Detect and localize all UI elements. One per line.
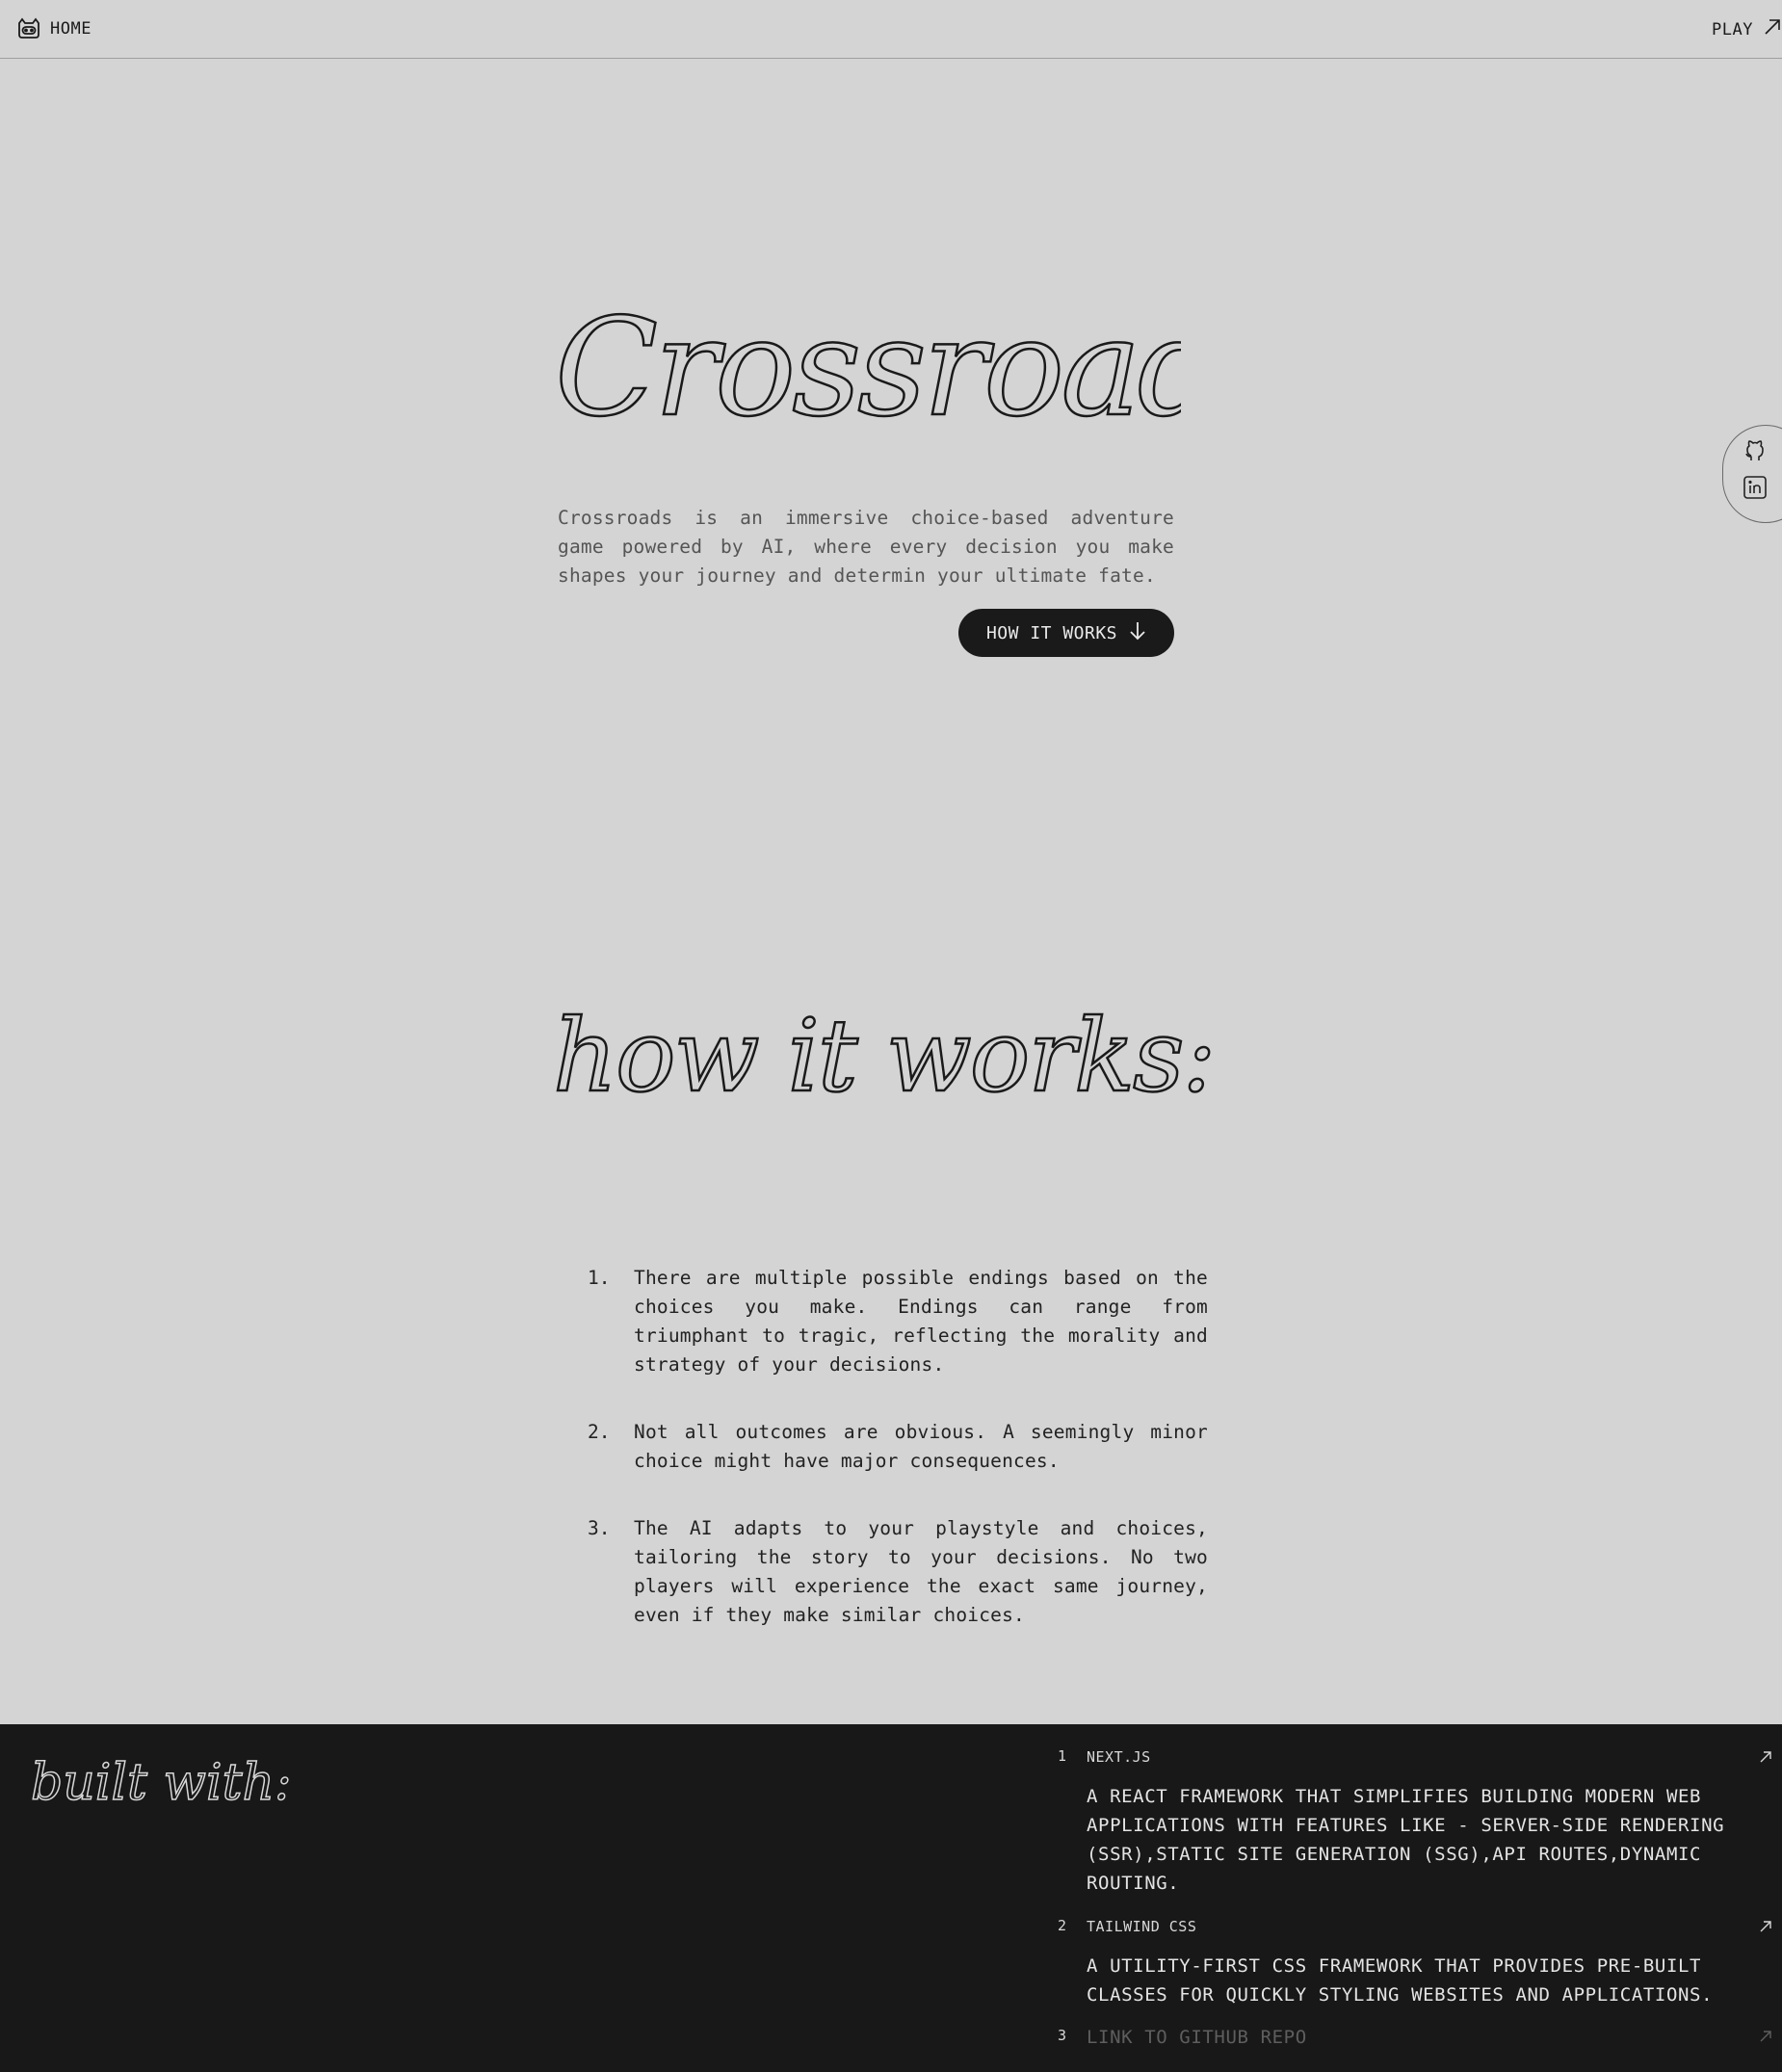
github-repo-link[interactable]: LINK TO GITHUB REPO (1087, 2027, 1307, 2048)
arrow-down-icon (1129, 620, 1146, 646)
game-controller-icon (15, 17, 42, 40)
tech-item-tailwind: 2 TAILWIND CSS A UTILITY-FIRST CSS FRAME… (1058, 1917, 1782, 2006)
tech-name[interactable]: TAILWIND CSS (1087, 1918, 1196, 1935)
linkedin-icon[interactable] (1742, 474, 1769, 501)
step-item: 1. There are multiple possible endings b… (588, 1264, 1208, 1379)
tech-number: 3 (1058, 2027, 1067, 2044)
play-link[interactable]: PLAY (1712, 17, 1782, 41)
home-link[interactable]: HOME (15, 17, 92, 40)
how-it-works-title: how it works: (553, 1002, 1218, 1115)
tech-description: A UTILITY-FIRST CSS FRAMEWORK THAT PROVI… (1087, 1955, 1714, 2006)
step-text: Not all outcomes are obvious. A seemingl… (634, 1421, 1208, 1472)
step-number: 1. (588, 1267, 611, 1289)
tech-name[interactable]: NEXT.JS (1087, 1748, 1151, 1766)
steps-list: 1. There are multiple possible endings b… (588, 1264, 1208, 1668)
built-with-title-text: built with: (31, 1754, 292, 1812)
arrow-up-right-icon (1763, 17, 1782, 41)
hero-description: Crossroads is an immersive choice-based … (558, 506, 1174, 587)
built-with-title: built with: (30, 1753, 292, 1813)
how-it-works-title-text: how it works: (553, 1002, 1215, 1115)
top-nav: HOME PLAY (0, 0, 1782, 59)
social-links (1722, 425, 1782, 523)
tech-item-github-link: 3 LINK TO GITHUB REPO (1058, 2027, 1782, 2050)
step-text: The AI adapts to your playstyle and choi… (634, 1517, 1208, 1626)
tech-number: 1 (1058, 1747, 1067, 1765)
arrow-up-right-icon[interactable] (1759, 1749, 1772, 1768)
play-label: PLAY (1712, 19, 1753, 39)
hero-title-text: Crossroads (555, 290, 1181, 443)
hero-title: Crossroads (555, 289, 1181, 443)
how-it-works-label: HOW IT WORKS (985, 622, 1118, 643)
step-number: 2. (588, 1421, 611, 1443)
home-label: HOME (50, 19, 92, 39)
tech-number: 2 (1058, 1917, 1067, 1934)
step-number: 3. (588, 1517, 611, 1539)
arrow-up-right-icon[interactable] (1759, 1919, 1772, 1937)
step-item: 3. The AI adapts to your playstyle and c… (588, 1514, 1208, 1630)
step-item: 2. Not all outcomes are obvious. A seemi… (588, 1418, 1208, 1476)
how-it-works-button[interactable]: HOW IT WORKS (958, 609, 1174, 657)
built-with-section: built with: 1 NEXT.JS A REACT FRAMEWORK … (0, 1724, 1782, 2072)
tech-description: A REACT FRAMEWORK THAT SIMPLIFIES BUILDI… (1087, 1786, 1725, 1894)
github-icon[interactable] (1742, 437, 1769, 464)
tech-item-nextjs: 1 NEXT.JS A REACT FRAMEWORK THAT SIMPLIF… (1058, 1747, 1782, 1894)
arrow-up-right-icon[interactable] (1759, 2029, 1772, 2047)
step-text: There are multiple possible endings base… (634, 1267, 1208, 1376)
